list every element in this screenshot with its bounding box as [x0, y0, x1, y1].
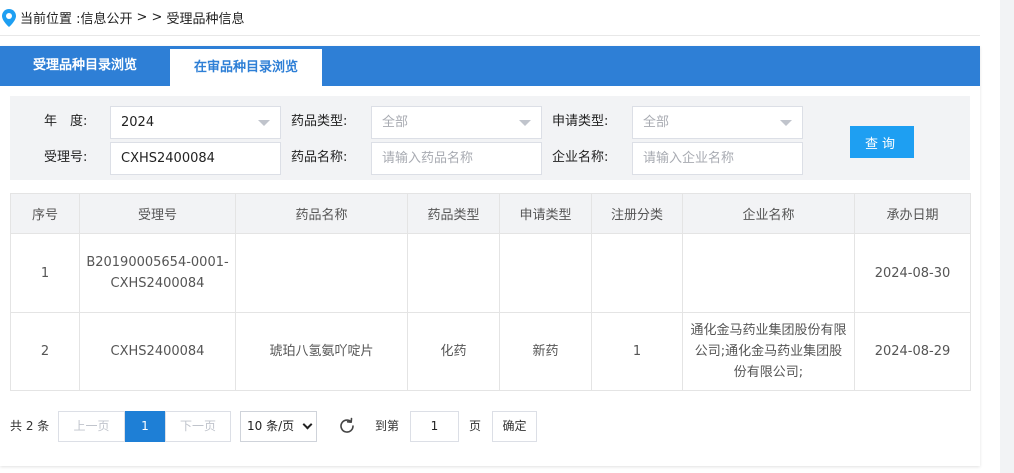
breadcrumb-section[interactable]: 信息公开: [81, 8, 133, 27]
table-row[interactable]: 1 B20190005654-0001-CXHS2400084 2024-08-…: [10, 233, 971, 313]
filter-panel: 年 度: 2024 受理号: CXHS2400084 药品类型: 全部 药品名称…: [10, 96, 970, 180]
table-header-row: 序号 受理号 药品名称 药品类型 申请类型 注册分类 企业名称 承办日期: [10, 193, 971, 234]
header-drug-type: 药品类型: [407, 193, 500, 234]
drug-name-input[interactable]: 请输入药品名称: [371, 142, 542, 175]
goto-suffix: 页: [469, 419, 482, 433]
header-date: 承办日期: [854, 193, 971, 234]
header-apply-type: 申请类型: [499, 193, 592, 234]
header-drug-name: 药品名称: [235, 193, 408, 234]
chevron-down-icon: [302, 419, 313, 430]
cell-drug-name: [235, 233, 408, 313]
apply-type-label: 申请类型:: [552, 114, 609, 129]
acceptance-no-input[interactable]: CXHS2400084: [110, 142, 281, 175]
cell-drug-type: [407, 233, 500, 313]
scroll-gutter: [1000, 0, 1014, 473]
refresh-icon[interactable]: [338, 417, 356, 435]
cell-date: 2024-08-29: [854, 312, 971, 391]
header-registration-class: 注册分类: [591, 193, 683, 234]
breadcrumb-current: 受理品种信息: [166, 12, 245, 27]
total-count: 共 2 条: [10, 419, 50, 433]
content-panel: 受理品种目录浏览 在审品种目录浏览 年 度: 2024 受理号: CXHS240…: [0, 46, 980, 466]
drug-type-value: 全部: [382, 115, 409, 130]
goto-confirm-button[interactable]: 确定: [492, 411, 537, 442]
company-name-input[interactable]: 请输入企业名称: [632, 142, 803, 175]
page-size-value: 10 条/页: [247, 419, 295, 433]
results-table: 序号 受理号 药品名称 药品类型 申请类型 注册分类 企业名称 承办日期 1 B…: [10, 193, 971, 391]
cell-company-name: [682, 233, 855, 313]
pagination: 共 2 条 上一页 1 下一页 10 条/页 到第 1 页 确定: [10, 411, 970, 442]
cell-apply-type: 新药: [499, 312, 592, 391]
cell-company-name: 通化金马药业集团股份有限公司;通化金马药业集团股份有限公司;: [682, 312, 855, 391]
table-row[interactable]: 2 CXHS2400084 琥珀八氢氨吖啶片 化药 新药 1 通化金马药业集团股…: [10, 312, 971, 391]
drug-type-select[interactable]: 全部: [371, 106, 542, 139]
header-acceptance-no: 受理号: [79, 193, 236, 234]
location-pin-icon: [2, 8, 16, 27]
cell-acceptance-no: CXHS2400084: [79, 312, 236, 391]
tab-accepted-catalog[interactable]: 受理品种目录浏览: [0, 46, 170, 86]
cell-acceptance-no: B20190005654-0001-CXHS2400084: [79, 233, 236, 313]
tab-under-review-catalog[interactable]: 在审品种目录浏览: [170, 49, 322, 86]
apply-type-value: 全部: [643, 115, 670, 130]
prev-page-button[interactable]: 上一页: [58, 411, 125, 442]
caret-down-icon: [780, 120, 792, 126]
cell-index: 1: [10, 233, 80, 313]
apply-type-select[interactable]: 全部: [632, 106, 803, 139]
caret-down-icon: [519, 120, 531, 126]
header-index: 序号: [10, 193, 80, 234]
search-button[interactable]: 查询: [850, 126, 914, 158]
cell-registration-class: 1: [591, 312, 683, 391]
acceptance-no-label: 受理号:: [44, 150, 88, 165]
breadcrumb-prefix: 当前位置 :: [20, 12, 81, 27]
goto-page-input[interactable]: 1: [410, 411, 459, 442]
cell-drug-name: 琥珀八氢氨吖啶片: [235, 312, 408, 391]
cell-drug-type: 化药: [407, 312, 500, 391]
year-select[interactable]: 2024: [110, 106, 281, 139]
breadcrumb: 当前位置 : 信息公开 > > 受理品种信息: [0, 0, 980, 36]
cell-date: 2024-08-30: [854, 233, 971, 313]
year-value: 2024: [121, 115, 155, 130]
drug-name-label: 药品名称:: [291, 150, 348, 165]
company-name-label: 企业名称:: [552, 150, 609, 165]
cell-apply-type: [499, 233, 592, 313]
page-size-select[interactable]: 10 条/页: [240, 411, 317, 442]
drug-type-label: 药品类型:: [291, 114, 348, 129]
cell-registration-class: [591, 233, 683, 313]
cell-index: 2: [10, 312, 80, 391]
year-label: 年 度:: [44, 114, 88, 129]
goto-prefix: 到第: [375, 419, 400, 433]
next-page-button[interactable]: 下一页: [165, 411, 231, 442]
caret-down-icon: [258, 120, 270, 126]
breadcrumb-separator: > >: [136, 10, 163, 25]
tab-bar: 受理品种目录浏览 在审品种目录浏览: [0, 46, 980, 86]
header-company-name: 企业名称: [682, 193, 855, 234]
page-1-button[interactable]: 1: [125, 411, 165, 442]
